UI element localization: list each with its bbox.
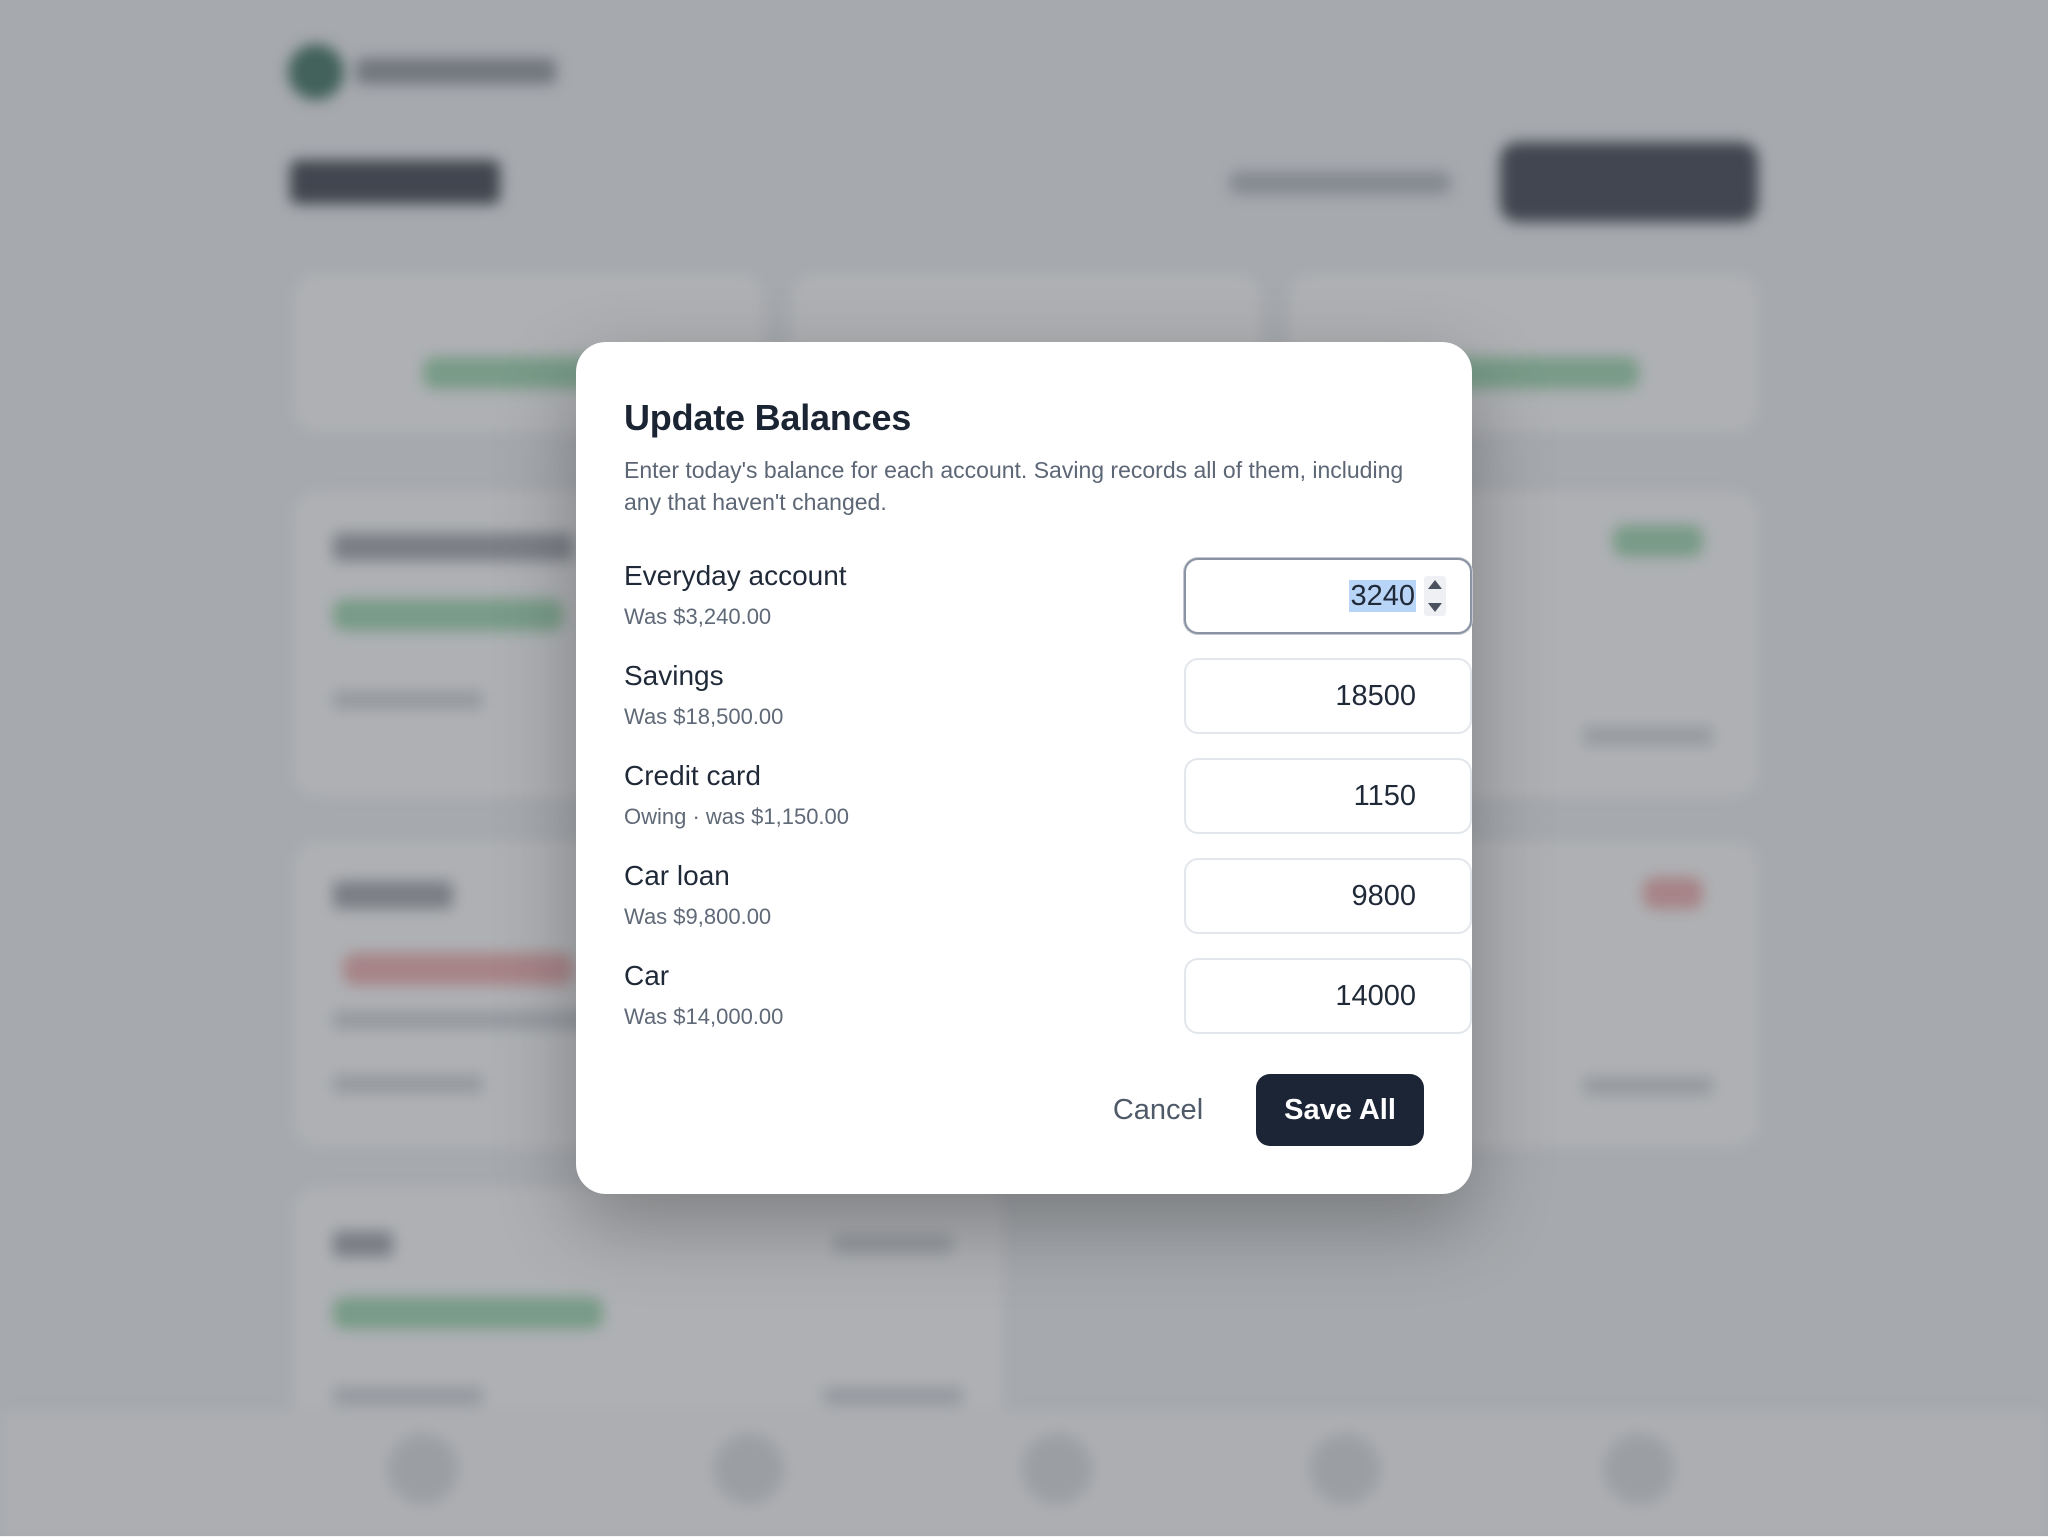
account-row-car-loan: Car loan Was $9,800.00 9800 [624,858,1472,934]
dialog-description: Enter today's balance for each account. … [624,457,1404,515]
balance-input-value: 18500 [1335,680,1416,712]
save-all-button[interactable]: Save All [1256,1074,1424,1146]
account-row-everyday: Everyday account Was $3,240.00 3240 [624,558,1472,634]
stepper-up-icon[interactable] [1428,580,1442,589]
account-previous-balance: Owing · was $1,150.00 [624,804,850,829]
update-balances-dialog: Update Balances Enter today's balance fo… [576,342,1472,1194]
balance-input-credit-card[interactable]: 1150 [1184,758,1472,834]
balance-input-savings[interactable]: 18500 [1184,658,1472,734]
account-previous-balance: Was $18,500.00 [624,704,784,729]
cancel-button[interactable]: Cancel [1104,1074,1212,1146]
balance-input-car[interactable]: 14000 [1184,958,1472,1034]
account-row-credit-card: Credit card Owing · was $1,150.00 1150 [624,758,1472,834]
account-row-car: Car Was $14,000.00 14000 [624,958,1472,1034]
balance-input-car-loan[interactable]: 9800 [1184,858,1472,934]
account-name: Car loan [624,860,730,891]
balance-input-value: 1150 [1353,780,1416,812]
balance-input-value: 9800 [1351,880,1416,912]
account-previous-balance: Was $9,800.00 [624,904,772,929]
account-name: Car [624,960,670,991]
balance-input-everyday[interactable]: 3240 [1184,558,1472,634]
dialog-title: Update Balances [624,397,912,438]
account-name: Savings [624,660,724,691]
balance-input-value: 14000 [1335,980,1416,1012]
number-stepper[interactable] [1424,576,1446,616]
account-row-savings: Savings Was $18,500.00 18500 [624,658,1472,734]
account-previous-balance: Was $3,240.00 [624,604,772,629]
balance-input-value: 3240 [1349,580,1416,612]
account-name: Credit card [624,760,761,791]
account-previous-balance: Was $14,000.00 [624,1004,784,1029]
stepper-down-icon[interactable] [1428,603,1442,612]
account-name: Everyday account [624,560,847,591]
